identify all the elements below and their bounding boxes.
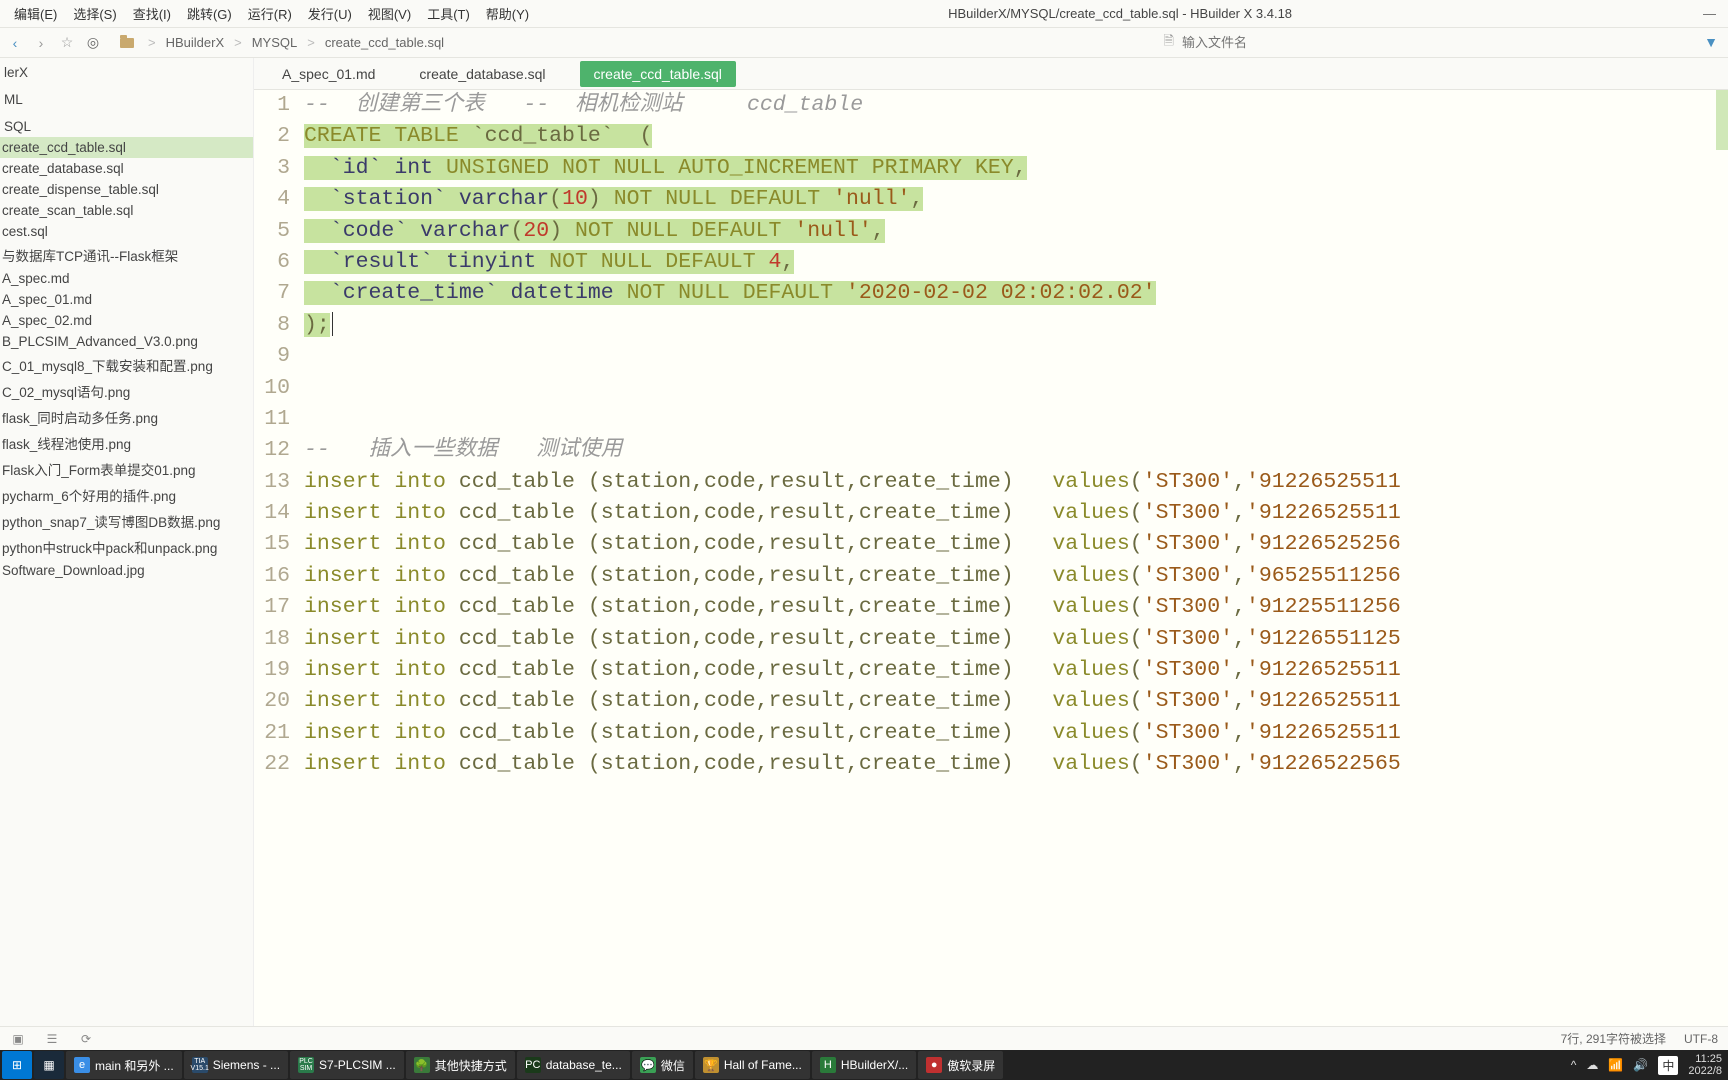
minimap[interactable] [1716, 90, 1728, 150]
tray-volume-icon[interactable]: 🔊 [1633, 1058, 1648, 1072]
clock[interactable]: 11:25 2022/8 [1688, 1053, 1722, 1077]
tab-active[interactable]: create_ccd_table.sql [580, 61, 736, 87]
taskbar-item[interactable]: HHBuilderX/... [812, 1051, 916, 1079]
sidebar-item[interactable]: flask_同时启动多任务.png [0, 404, 253, 430]
taskbar-item[interactable]: emain 和另外 ... [66, 1051, 182, 1079]
editor-tabs: A_spec_01.md create_database.sql create_… [254, 58, 1728, 90]
ime-indicator[interactable]: 中 [1658, 1056, 1678, 1075]
crumb-file[interactable]: create_ccd_table.sql [325, 35, 444, 50]
back-icon[interactable]: ‹ [6, 35, 24, 51]
taskbar: ⊞ ▦ emain 和另外 ...TIAV15.1Siemens - ...PL… [0, 1050, 1728, 1080]
encoding-status[interactable]: UTF-8 [1684, 1032, 1718, 1046]
window-title: HBuilderX/MYSQL/create_ccd_table.sql - H… [537, 6, 1703, 21]
sidebar-item-active[interactable]: create_ccd_table.sql [0, 137, 253, 158]
sidebar-item[interactable]: cest.sql [0, 221, 253, 242]
tab[interactable]: A_spec_01.md [272, 62, 385, 86]
sidebar-item[interactable]: A_spec_01.md [0, 289, 253, 310]
minimize-icon[interactable]: — [1703, 6, 1716, 21]
sidebar-item[interactable]: C_02_mysql语句.png [0, 378, 253, 404]
tray-cloud-icon[interactable]: ☁ [1586, 1058, 1598, 1072]
folder-icon [120, 38, 134, 48]
tab[interactable]: create_database.sql [409, 62, 555, 86]
taskbar-item[interactable]: TIAV15.1Siemens - ... [184, 1051, 288, 1079]
sidebar-item[interactable]: A_spec.md [0, 268, 253, 289]
crumb-root[interactable]: HBuilderX [166, 35, 225, 50]
sidebar-item[interactable]: create_dispense_table.sql [0, 179, 253, 200]
sidebar-item[interactable]: Software_Download.jpg [0, 560, 253, 581]
sidebar-item[interactable]: python_snap7_读写博图DB数据.png [0, 508, 253, 534]
line-gutter: 12345678910111213141516171819202122 [254, 90, 300, 1026]
sidebar-item[interactable]: python中struck中pack和unpack.png [0, 534, 253, 560]
crumb-folder[interactable]: MYSQL [252, 35, 298, 50]
taskbar-item[interactable]: 💬微信 [632, 1051, 693, 1079]
selection-status: 7行, 291字符被选择 [1561, 1030, 1666, 1047]
menu-publish[interactable]: 发行(U) [300, 0, 360, 27]
task-search[interactable]: ▦ [34, 1051, 64, 1079]
filter-icon[interactable]: ▼ [1702, 34, 1720, 50]
menu-select[interactable]: 选择(S) [65, 0, 124, 27]
sidebar-item[interactable]: A_spec_02.md [0, 310, 253, 331]
sidebar-item[interactable]: create_scan_table.sql [0, 200, 253, 221]
tray-chevron-icon[interactable]: ^ [1571, 1058, 1577, 1072]
menu-view[interactable]: 视图(V) [360, 0, 419, 27]
statusbar: ▣ ☰ ⟳ 7行, 291字符被选择 UTF-8 [0, 1026, 1728, 1050]
target-icon[interactable]: ◎ [84, 34, 102, 51]
menu-tools[interactable]: 工具(T) [419, 0, 478, 27]
file-search-icon: 🗎 [1164, 32, 1174, 54]
menu-help[interactable]: 帮助(Y) [478, 0, 537, 27]
tray-wifi-icon[interactable]: 📶 [1608, 1058, 1623, 1072]
menu-goto[interactable]: 跳转(G) [179, 0, 240, 27]
sidebar-item[interactable]: flask_线程池使用.png [0, 430, 253, 456]
taskbar-item[interactable]: 🌳其他快捷方式 [406, 1051, 515, 1079]
forward-icon[interactable]: › [32, 35, 50, 51]
start-button[interactable]: ⊞ [2, 1051, 32, 1079]
menubar: 编辑(E) 选择(S) 查找(I) 跳转(G) 运行(R) 发行(U) 视图(V… [0, 0, 1728, 28]
menu-edit[interactable]: 编辑(E) [6, 0, 65, 27]
sidebar-item[interactable]: pycharm_6个好用的插件.png [0, 482, 253, 508]
taskbar-item[interactable]: PLCSIMS7-PLCSIM ... [290, 1051, 404, 1079]
file-search-input[interactable] [1182, 35, 1302, 50]
star-icon[interactable]: ☆ [58, 34, 76, 51]
toolbar: ‹ › ☆ ◎ > HBuilderX > MYSQL > create_ccd… [0, 28, 1728, 58]
taskbar-item[interactable]: ●傲软录屏 [918, 1051, 1003, 1079]
code-editor[interactable]: 12345678910111213141516171819202122 -- 创… [254, 90, 1728, 1026]
menu-find[interactable]: 查找(I) [125, 0, 179, 27]
sidebar-item[interactable]: SQL [0, 116, 253, 137]
code-content[interactable]: -- 创建第三个表 -- 相机检测站 ccd_tableCREATE TABLE… [300, 90, 1728, 1026]
menu-run[interactable]: 运行(R) [240, 0, 300, 27]
sync-icon[interactable]: ⟳ [78, 1032, 94, 1046]
sidebar: lerX ML SQL create_ccd_table.sql create_… [0, 58, 254, 1026]
sidebar-item[interactable]: C_01_mysql8_下载安装和配置.png [0, 352, 253, 378]
taskbar-item[interactable]: PCdatabase_te... [517, 1051, 630, 1079]
terminal-icon[interactable]: ▣ [10, 1032, 26, 1046]
sidebar-item[interactable]: B_PLCSIM_Advanced_V3.0.png [0, 331, 253, 352]
sidebar-item[interactable]: Flask入门_Form表单提交01.png [0, 456, 253, 482]
sidebar-item[interactable]: 与数据库TCP通讯--Flask框架 [0, 242, 253, 268]
system-tray[interactable]: ^ ☁ 📶 🔊 中 11:25 2022/8 [1571, 1053, 1726, 1077]
list-icon[interactable]: ☰ [44, 1032, 60, 1046]
sidebar-item[interactable]: lerX [0, 62, 253, 83]
sidebar-item[interactable]: create_database.sql [0, 158, 253, 179]
sidebar-item[interactable]: ML [0, 89, 253, 110]
breadcrumb: > HBuilderX > MYSQL > create_ccd_table.s… [120, 35, 444, 50]
taskbar-item[interactable]: 🏆Hall of Fame... [695, 1051, 810, 1079]
